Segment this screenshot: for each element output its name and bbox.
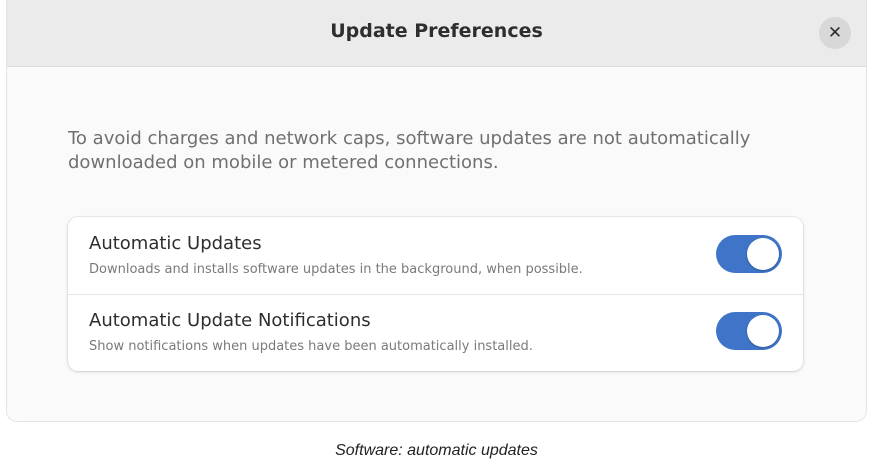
switch-knob [747, 238, 779, 270]
dialog-title: Update Preferences [330, 20, 543, 42]
automatic-update-notifications-subtitle: Show notifications when updates have bee… [89, 339, 533, 354]
automatic-update-notifications-title: Automatic Update Notifications [89, 310, 371, 331]
dialog-headerbar: Update Preferences ✕ [7, 0, 866, 67]
close-button[interactable]: ✕ [819, 17, 851, 49]
automatic-updates-switch[interactable] [716, 235, 782, 273]
screenshot: Update Preferences ✕ To avoid charges an… [0, 0, 873, 475]
automatic-updates-subtitle: Downloads and installs software updates … [89, 262, 583, 277]
automatic-updates-title: Automatic Updates [89, 233, 262, 254]
automatic-updates-row[interactable]: Automatic Updates Downloads and installs… [68, 217, 803, 295]
description-text: To avoid charges and network caps, softw… [68, 128, 751, 173]
switch-knob [747, 315, 779, 347]
automatic-update-notifications-switch[interactable] [716, 312, 782, 350]
preferences-list: Automatic Updates Downloads and installs… [68, 217, 803, 371]
figure-caption: Software: automatic updates [335, 442, 538, 459]
close-icon: ✕ [827, 23, 843, 43]
automatic-update-notifications-row[interactable]: Automatic Update Notifications Show noti… [68, 294, 803, 371]
update-preferences-dialog: Update Preferences ✕ To avoid charges an… [7, 0, 866, 421]
